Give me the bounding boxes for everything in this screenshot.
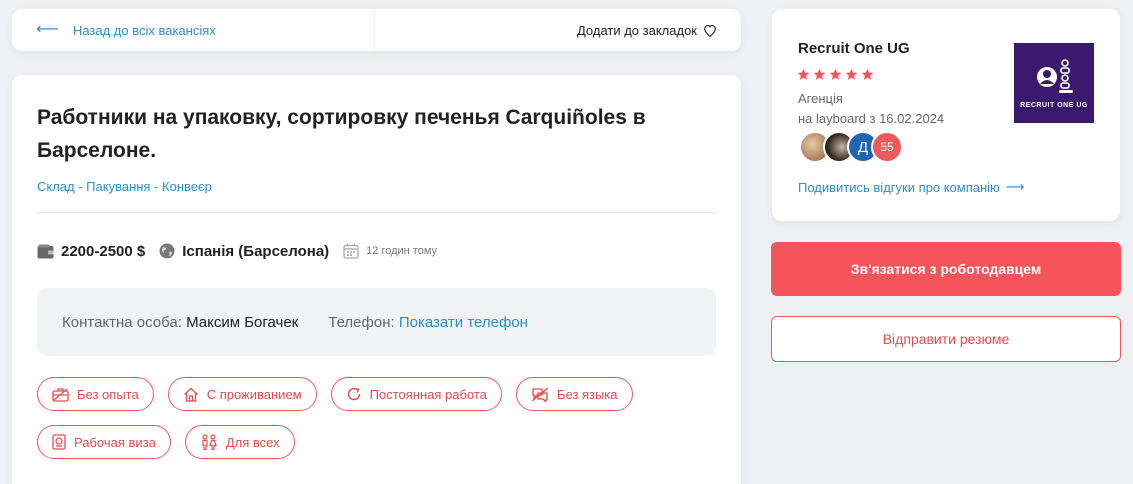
tag-work-visa[interactable]: Рабочая виза <box>37 425 171 459</box>
no-language-icon <box>531 386 549 402</box>
tag-no-experience[interactable]: Без опыта <box>37 377 154 411</box>
heart-icon <box>704 24 716 37</box>
wallet-icon <box>37 244 54 258</box>
send-resume-button[interactable]: Відправити резюме <box>771 316 1121 362</box>
company-logo[interactable]: RECRUIT ONE UG <box>1014 43 1094 123</box>
location-item: Іспанія (Барселона) <box>159 243 329 260</box>
arrow-right-icon: ⟶ <box>1005 179 1025 194</box>
star-icon <box>861 68 874 80</box>
back-link-label: Назад до всіх вакансіях <box>72 22 216 38</box>
company-type: Агенція <box>798 91 843 106</box>
posted-time: 12 годин тому <box>366 245 438 257</box>
company-member-since: на layboard з 16.02.2024 <box>798 111 945 126</box>
passport-icon <box>52 434 66 450</box>
job-title: Работники на упаковку, сортировку печень… <box>37 106 646 162</box>
house-icon <box>183 387 198 402</box>
job-meta-row: 2200-2500 $ Іспанія (Барселона) 12 годин <box>37 241 437 261</box>
company-name[interactable]: Recruit One UG <box>798 40 910 57</box>
contact-info-box: Контактна особа: Максим Богачек Телефон:… <box>37 288 716 356</box>
contact-employer-button[interactable]: Зв'язатися з роботодавцем <box>771 242 1121 296</box>
reviews-count-badge: 55 <box>871 131 903 163</box>
job-categories[interactable]: Склад - Пакування - Конвеєр <box>37 179 212 194</box>
show-phone-link[interactable]: Показати телефон <box>399 314 528 331</box>
tag-label: Для всех <box>225 434 280 450</box>
top-navigation-bar: ⟵ Назад до всіх вакансіях Додати до закл… <box>12 9 741 51</box>
bookmark-label: Додати до закладок <box>576 22 697 38</box>
calendar-icon <box>343 243 359 259</box>
tag-for-everyone[interactable]: Для всех <box>184 425 295 459</box>
company-card: Recruit One UG Агенція на layboard з 16.… <box>772 9 1120 221</box>
tag-label: Рабочая виза <box>74 434 156 450</box>
contact-person-name: Максим Богачек <box>186 313 299 331</box>
tag-label: Постоянная работа <box>369 386 487 402</box>
refresh-icon <box>347 387 360 401</box>
view-reviews-link[interactable]: Подивитись відгуки про компанію ⟶ <box>798 179 1024 195</box>
people-icon <box>202 434 217 450</box>
briefcase-icon <box>52 387 69 402</box>
vacancy-card: Работники на упаковку, сортировку печень… <box>12 75 741 484</box>
salary-item: 2200-2500 $ <box>37 243 145 260</box>
job-tags: Без опыта С проживанием Постоянная работ… <box>37 377 727 473</box>
add-bookmark-button[interactable]: Додати до закладок <box>577 23 741 38</box>
reviews-link-label: Подивитись відгуки про компанію <box>798 179 1000 195</box>
contact-person-label: Контактна особа: <box>62 313 182 331</box>
star-icon <box>797 68 810 80</box>
divider <box>37 212 716 213</box>
location-value: Іспанія (Барселона) <box>182 242 330 260</box>
tag-permanent-job[interactable]: Постоянная работа <box>330 377 502 411</box>
posted-item: 12 годин тому <box>343 243 437 259</box>
company-rating <box>797 68 874 81</box>
arrow-left-icon: ⟵ <box>36 21 59 38</box>
globe-icon <box>159 243 175 259</box>
tag-label: Без языка <box>556 386 618 402</box>
tag-label: С проживанием <box>206 386 302 402</box>
star-icon <box>845 68 858 80</box>
recruit-logo-icon <box>1037 58 1073 93</box>
star-icon <box>829 68 842 80</box>
back-to-vacancies-link[interactable]: ⟵ Назад до всіх вакансіях <box>12 9 375 51</box>
star-icon <box>813 68 826 80</box>
phone-label: Телефон: <box>328 313 395 331</box>
logo-text: RECRUIT ONE UG <box>1020 101 1088 109</box>
salary-value: 2200-2500 $ <box>61 242 146 260</box>
tag-no-language[interactable]: Без языка <box>515 377 633 411</box>
reviewer-avatars: Д 55 <box>799 131 903 163</box>
tag-label: Без опыта <box>77 386 139 402</box>
tag-with-accommodation[interactable]: С проживанием <box>167 377 317 411</box>
